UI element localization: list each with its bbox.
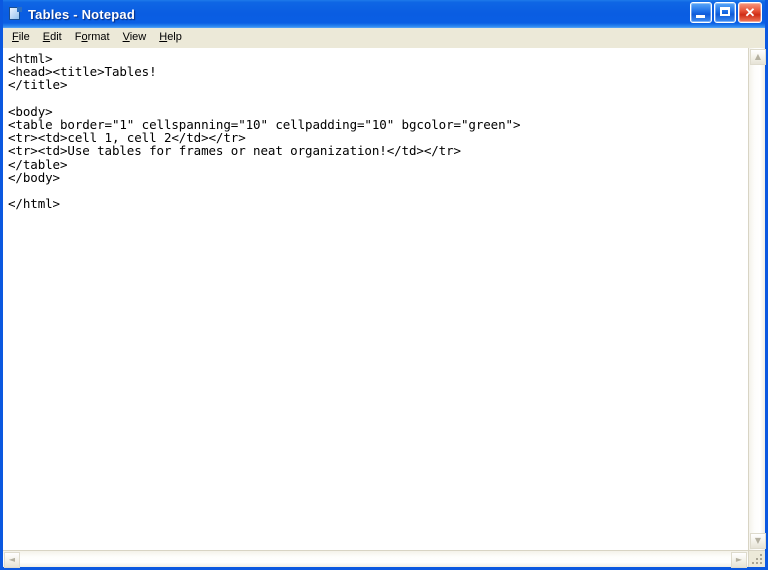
menu-item-format[interactable]: Format bbox=[69, 29, 117, 46]
menu-item-edit[interactable]: Edit bbox=[37, 29, 69, 46]
scroll-right-button[interactable]: ► bbox=[731, 552, 747, 568]
close-button[interactable]: ✕ bbox=[738, 2, 762, 23]
document-text[interactable]: <html> <head><title>Tables! </title> <bo… bbox=[3, 48, 748, 210]
minimize-button[interactable] bbox=[690, 2, 712, 23]
notepad-window: Tables - Notepad ✕ File Edit Format View… bbox=[0, 0, 768, 570]
vertical-scrollbar[interactable]: ▲ ▼ bbox=[748, 48, 766, 550]
text-editor-area[interactable]: <html> <head><title>Tables! </title> <bo… bbox=[3, 48, 748, 550]
client-area: <html> <head><title>Tables! </title> <bo… bbox=[3, 48, 766, 568]
chevron-right-icon: ► bbox=[735, 555, 743, 564]
menu-bar: File Edit Format View Help bbox=[3, 28, 765, 48]
chevron-down-icon: ▼ bbox=[754, 536, 762, 545]
minimize-icon bbox=[696, 15, 705, 18]
maximize-button[interactable] bbox=[714, 2, 736, 23]
horizontal-scrollbar[interactable]: ◄ ► bbox=[3, 550, 748, 568]
close-icon: ✕ bbox=[744, 5, 756, 20]
editor-row: <html> <head><title>Tables! </title> <bo… bbox=[3, 48, 766, 550]
chevron-up-icon: ▲ bbox=[754, 52, 762, 61]
resize-grip[interactable] bbox=[748, 550, 765, 567]
horizontal-scrollbar-row: ◄ ► bbox=[3, 550, 765, 568]
scroll-up-button[interactable]: ▲ bbox=[750, 49, 766, 65]
chevron-left-icon: ◄ bbox=[8, 555, 16, 564]
menu-item-file[interactable]: File bbox=[6, 29, 37, 46]
menu-item-view[interactable]: View bbox=[117, 29, 154, 46]
menu-item-help[interactable]: Help bbox=[153, 29, 189, 46]
notepad-document-icon bbox=[7, 6, 23, 22]
scroll-left-button[interactable]: ◄ bbox=[4, 552, 20, 568]
window-title: Tables - Notepad bbox=[28, 6, 135, 22]
window-controls: ✕ bbox=[690, 2, 762, 23]
scroll-down-button[interactable]: ▼ bbox=[750, 533, 766, 549]
title-bar[interactable]: Tables - Notepad ✕ bbox=[3, 0, 765, 28]
maximize-icon bbox=[720, 7, 730, 16]
